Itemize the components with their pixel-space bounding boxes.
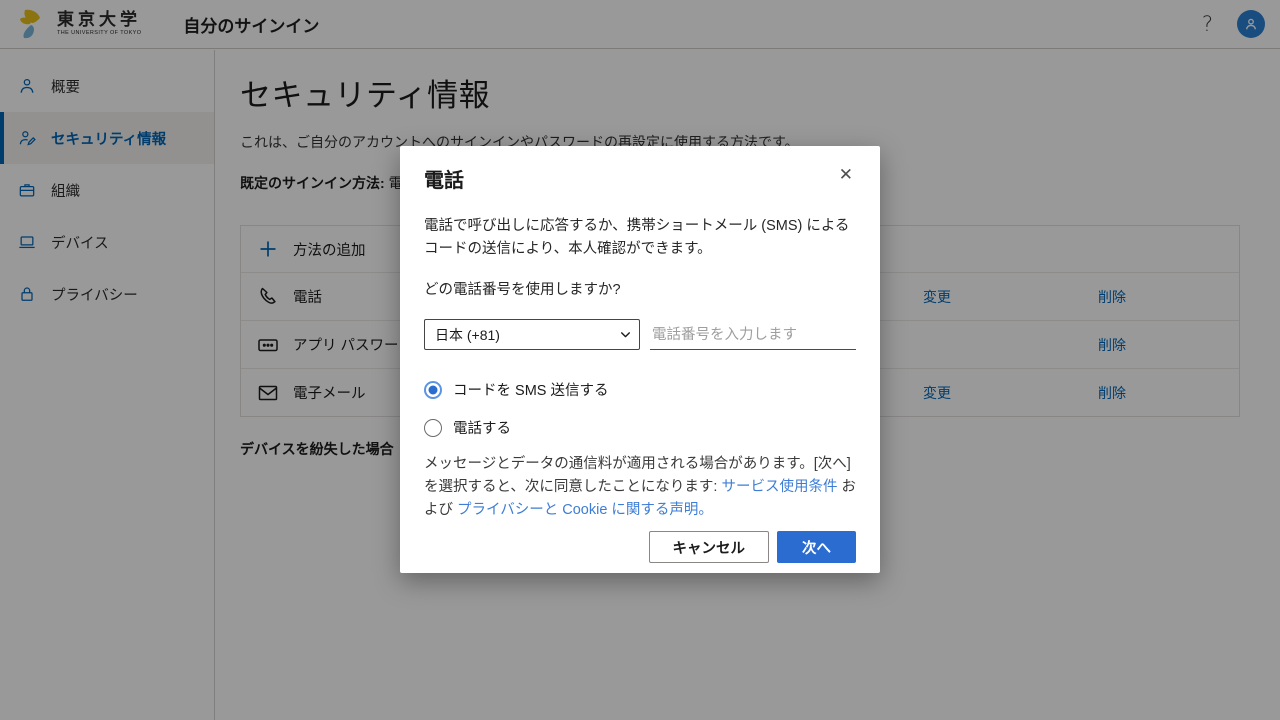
radio-call-option[interactable]: 電話する xyxy=(424,417,856,438)
terms-of-service-link[interactable]: サービス使用条件 xyxy=(721,479,837,495)
privacy-cookie-link[interactable]: プライバシーと Cookie に関する声明。 xyxy=(457,502,713,518)
dialog-description: 電話で呼び出しに応答するか、携帯ショートメール (SMS) によるコードの送信に… xyxy=(424,215,856,261)
radio-selected-icon xyxy=(424,381,442,399)
close-icon[interactable]: ✕ xyxy=(836,164,856,187)
phone-setup-dialog: 電話 ✕ 電話で呼び出しに応答するか、携帯ショートメール (SMS) によるコー… xyxy=(400,146,880,573)
cancel-button[interactable]: キャンセル xyxy=(649,531,770,563)
disclaimer-text: メッセージとデータの通信料が適用される場合があります。[次へ] を選択すると、次… xyxy=(424,453,856,522)
phone-question: どの電話番号を使用しますか? xyxy=(424,278,856,299)
radio-call-label: 電話する xyxy=(453,417,511,438)
radio-sms-option[interactable]: コードを SMS 送信する xyxy=(424,379,856,400)
radio-sms-label: コードを SMS 送信する xyxy=(453,379,608,400)
radio-unselected-icon xyxy=(424,419,442,437)
dialog-title: 電話 xyxy=(424,164,464,193)
next-button[interactable]: 次へ xyxy=(777,531,856,563)
phone-number-input[interactable] xyxy=(650,320,856,350)
country-code-select[interactable]: 日本 (+81) xyxy=(424,319,640,350)
